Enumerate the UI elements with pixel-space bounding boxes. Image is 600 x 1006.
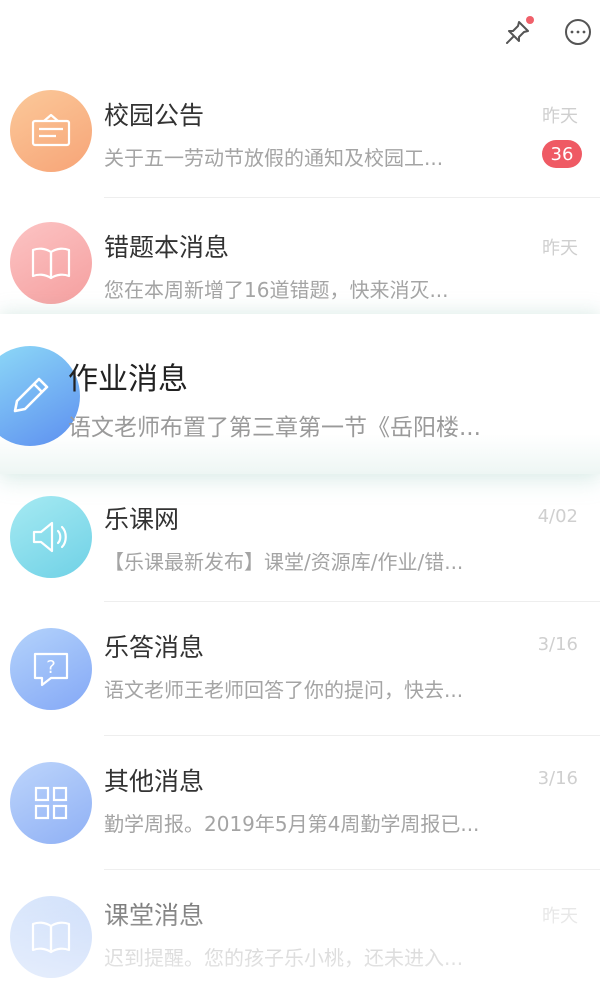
svg-text:?: ? [46,657,56,678]
message-preview: 语文老师布置了第三章第一节《岳阳楼... [68,415,481,441]
message-item-leke-net[interactable]: 乐课网 【乐课最新发布】课堂/资源库/作业/错... 4/02 [0,474,600,602]
book-icon [31,247,71,280]
avatar [10,90,92,172]
message-preview: 关于五一劳动节放假的通知及校园工... [104,146,444,170]
message-time: 昨天 [542,906,578,927]
message-time: 昨天 [542,238,578,259]
message-preview: 【乐课最新发布】课堂/资源库/作业/错... [104,550,464,574]
message-preview: 迟到提醒。您的孩子乐小桃，还未进入... [104,946,464,970]
grid-icon [34,786,68,820]
avatar: ? [10,628,92,710]
message-item-leda[interactable]: ? 乐答消息 语文老师王老师回答了你的提问，快去... 3/16 [0,602,600,736]
message-preview: 勤学周报。2019年5月第4周勤学周报已... [104,812,480,836]
message-title: 其他消息 [104,767,205,796]
message-item-campus-notice[interactable]: 校园公告 关于五一劳动节放假的通知及校园工... 昨天 36 [0,66,600,198]
message-time: 3/16 [537,634,578,655]
avatar [10,496,92,578]
message-item-mistake-book[interactable]: 错题本消息 您在本周新增了16道错题，快来消灭... 昨天 [0,198,600,316]
message-title: 作业消息 [68,362,188,397]
question-icon: ? [33,652,69,687]
more-icon[interactable] [558,12,598,52]
avatar [10,762,92,844]
message-preview: 您在本周新增了16道错题，快来消灭... [104,278,449,302]
book-icon [31,921,71,954]
notification-dot [526,16,534,24]
message-item-classroom[interactable]: 课堂消息 迟到提醒。您的孩子乐小桃，还未进入... 昨天 [0,870,600,1006]
avatar [10,896,92,978]
top-bar [0,0,600,66]
message-time: 昨天 [542,106,578,127]
pin-icon[interactable] [498,12,538,52]
message-title: 乐课网 [104,505,180,534]
pencil-icon [13,377,49,413]
message-time: 4/02 [537,506,578,527]
avatar [10,222,92,304]
unread-badge: 36 [542,140,582,168]
message-title: 课堂消息 [104,901,205,930]
message-title: 乐答消息 [104,633,205,662]
message-title: 校园公告 [104,101,205,130]
message-preview: 语文老师王老师回答了你的提问，快去... [104,678,464,702]
speaker-icon [32,521,67,553]
message-list: 校园公告 关于五一劳动节放假的通知及校园工... 昨天 36 错题本消息 您在本… [0,66,600,1006]
message-item-other[interactable]: 其他消息 勤学周报。2019年5月第4周勤学周报已... 3/16 [0,736,600,870]
message-item-homework[interactable]: 作业消息 语文老师布置了第三章第一节《岳阳楼... [0,314,600,474]
message-title: 错题本消息 [104,233,230,262]
notice-board-icon [31,113,71,147]
message-time: 3/16 [537,768,578,789]
